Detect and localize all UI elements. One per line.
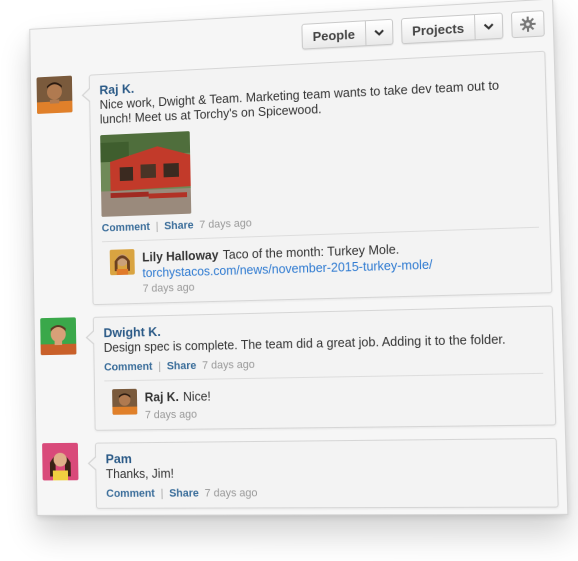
separator: |: [158, 360, 162, 373]
projects-dropdown-label: Projects: [411, 20, 465, 39]
share-link[interactable]: Share: [169, 488, 199, 500]
post-actions: Comment | Share 7 days ago: [104, 353, 543, 374]
projects-dropdown[interactable]: Projects: [400, 12, 504, 45]
post-author[interactable]: Pam: [106, 447, 546, 466]
chevron-down-icon[interactable]: [364, 19, 393, 46]
separator: |: [160, 487, 164, 500]
comment-link[interactable]: Comment: [104, 361, 153, 374]
reply-body: Raj K. Nice! 7 days ago: [145, 388, 212, 422]
avatar[interactable]: [112, 388, 138, 415]
people-dropdown[interactable]: People: [301, 18, 394, 50]
chevron-down-icon[interactable]: [474, 13, 503, 40]
post-card: Pam Thanks, Jim! Comment | Share 7 days …: [94, 437, 559, 509]
post-photo[interactable]: [100, 131, 192, 217]
feed-post: Dwight K. Design spec is complete. The t…: [35, 305, 565, 431]
comment-link[interactable]: Comment: [102, 221, 150, 234]
share-link[interactable]: Share: [167, 360, 197, 372]
settings-button[interactable]: [510, 10, 545, 39]
separator: |: [155, 220, 159, 233]
reply-author[interactable]: Raj K.: [145, 390, 179, 404]
post-time: 7 days ago: [204, 487, 258, 500]
avatar[interactable]: [109, 249, 135, 276]
gear-icon: [520, 16, 536, 32]
people-dropdown-label: People: [312, 26, 356, 44]
stage: People Projects Raj K. Nice work, Dwight…: [0, 0, 578, 561]
avatar[interactable]: [36, 75, 73, 114]
toolbar: People Projects: [301, 10, 545, 50]
reply: Lily Halloway Taco of the month: Turkey …: [101, 226, 541, 297]
post-card: Dwight K. Design spec is complete. The t…: [92, 305, 557, 431]
post-time: 7 days ago: [199, 217, 252, 232]
comment-link[interactable]: Comment: [106, 488, 155, 500]
post-card: Raj K. Nice work, Dwight & Team. Marketi…: [88, 50, 553, 306]
reply-time: 7 days ago: [144, 408, 198, 422]
share-link[interactable]: Share: [164, 219, 194, 232]
post-message: Thanks, Jim!: [105, 466, 175, 482]
post-actions: Comment | Share 7 days ago: [106, 486, 547, 500]
feed-post: Pam Thanks, Jim! Comment | Share 7 days …: [36, 437, 567, 509]
feed: Raj K. Nice work, Dwight & Team. Marketi…: [31, 50, 568, 521]
reply-author[interactable]: Lily Halloway: [142, 248, 219, 264]
reply: Raj K. Nice! 7 days ago: [104, 372, 545, 422]
post-time: 7 days ago: [202, 358, 255, 372]
avatar[interactable]: [40, 317, 77, 356]
feed-post: Raj K. Nice work, Dwight & Team. Marketi…: [31, 50, 561, 306]
reply-body: Lily Halloway Taco of the month: Turkey …: [142, 239, 433, 294]
activity-feed-panel: People Projects Raj K. Nice work, Dwight…: [29, 0, 569, 516]
avatar[interactable]: [42, 442, 79, 481]
reply-text: Nice!: [182, 389, 211, 404]
